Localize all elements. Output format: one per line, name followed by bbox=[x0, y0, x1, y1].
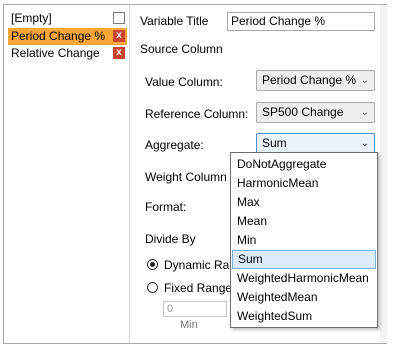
chevron-down-icon: ⌄ bbox=[360, 75, 369, 86]
list-item-empty[interactable]: [Empty] bbox=[8, 10, 127, 27]
dropdown-option[interactable]: Min bbox=[232, 231, 376, 250]
checkbox[interactable] bbox=[113, 12, 125, 24]
fixed-range-label: Fixed Range bbox=[164, 281, 233, 295]
list-item-period-change[interactable]: Period Change % x bbox=[8, 28, 127, 45]
chevron-down-icon: ⌄ bbox=[360, 107, 369, 118]
min-input[interactable]: 0 bbox=[163, 301, 227, 317]
remove-icon[interactable]: x bbox=[113, 47, 125, 59]
value-column-select[interactable]: Period Change % ⌄ bbox=[256, 70, 375, 91]
source-column-heading: Source Column bbox=[140, 42, 223, 56]
dropdown-option[interactable]: WeightedHarmonicMean bbox=[232, 269, 376, 288]
reference-column-label: Reference Column: bbox=[145, 107, 249, 121]
list-item-label: [Empty] bbox=[11, 11, 52, 25]
reference-column-value: SP500 Change bbox=[262, 105, 344, 119]
scrollbar[interactable] bbox=[380, 5, 387, 343]
dropdown-option[interactable]: DoNotAggregate bbox=[232, 155, 376, 174]
dynamic-range-label: Dynamic Ra bbox=[164, 258, 230, 272]
variable-title-input[interactable]: Period Change % bbox=[227, 12, 375, 31]
dropdown-option[interactable]: HarmonicMean bbox=[232, 174, 376, 193]
dropdown-option-selected[interactable]: Sum bbox=[232, 250, 376, 269]
dropdown-option[interactable]: WeightedSum bbox=[232, 307, 376, 326]
list-item-label: Relative Change bbox=[11, 46, 100, 60]
chevron-down-icon: ⌄ bbox=[360, 138, 369, 149]
dynamic-range-radio[interactable] bbox=[147, 259, 158, 270]
list-item-label: Period Change % bbox=[11, 29, 106, 43]
fixed-range-radio[interactable] bbox=[147, 282, 158, 293]
reference-column-select[interactable]: SP500 Change ⌄ bbox=[256, 102, 375, 123]
aggregate-dropdown-list: DoNotAggregate HarmonicMean Max Mean Min… bbox=[230, 152, 378, 328]
aggregate-value: Sum bbox=[262, 136, 287, 150]
variable-title-label: Variable Title bbox=[140, 14, 209, 28]
min-label: Min bbox=[180, 319, 198, 331]
format-label: Format: bbox=[145, 200, 187, 214]
dropdown-option[interactable]: WeightedMean bbox=[232, 288, 376, 307]
list-item-relative-change[interactable]: Relative Change x bbox=[8, 45, 127, 62]
aggregate-label: Aggregate: bbox=[145, 138, 204, 152]
value-column-label: Value Column: bbox=[145, 75, 223, 89]
dropdown-option[interactable]: Mean bbox=[232, 212, 376, 231]
value-column-value: Period Change % bbox=[262, 73, 357, 87]
aggregate-select[interactable]: Sum ⌄ bbox=[256, 133, 375, 154]
weight-column-label: Weight Column bbox=[145, 170, 227, 184]
remove-icon[interactable]: x bbox=[113, 30, 125, 42]
divide-by-label: Divide By bbox=[145, 232, 196, 246]
dropdown-option[interactable]: Max bbox=[232, 193, 376, 212]
